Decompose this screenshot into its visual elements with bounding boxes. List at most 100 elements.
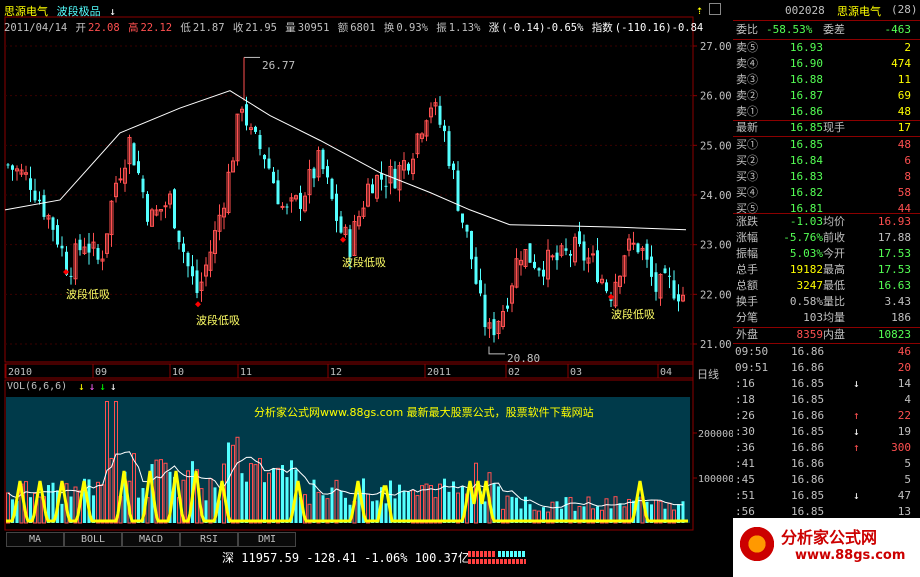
bid-row-volume: 58 <box>897 186 911 199</box>
price-panel-frame <box>4 16 694 363</box>
bid-row-volume: 8 <box>904 170 911 183</box>
inner-value: 10823 <box>877 328 911 341</box>
tick-p: 16.85 <box>791 489 825 502</box>
stat-v1: 5.03% <box>789 247 823 260</box>
stat-l2: 前收 <box>823 231 845 244</box>
period-daily-label[interactable]: 日线 <box>697 366 719 382</box>
tick-p: 16.86 <box>791 409 825 422</box>
bid-row-volume: 6 <box>904 154 911 167</box>
tick-t: 09:51 <box>735 361 769 374</box>
tick-t: :36 <box>735 441 755 454</box>
badge-number: 28 <box>897 3 911 16</box>
weibi-label: 委比 <box>736 23 758 36</box>
high-value: 22.12 <box>140 22 173 34</box>
stat-l2: 量比 <box>823 295 845 308</box>
tick-row: 09:51 16.86 20 <box>733 360 915 376</box>
tab-ma[interactable]: MA <box>6 532 64 547</box>
bid-row: 买③ 16.83 8 <box>733 169 915 185</box>
volume-axis: 200000 100000 <box>693 429 733 485</box>
period-low-label: 20.80 <box>507 352 541 365</box>
ask-row-price: 16.87 <box>789 89 823 102</box>
stat-l1: 振幅 <box>736 247 758 260</box>
time-axis-label: 2010 <box>8 367 32 378</box>
quote-panel: 002028 思源电气 (28) 委比 -58.53% 委差 -463 最新 1… <box>733 0 920 577</box>
ask-row-label: 卖③ <box>736 73 758 86</box>
tab-boll[interactable]: BOLL <box>64 532 122 547</box>
stat-v1: 0.58% <box>789 295 823 308</box>
tick-row: 09:50 16.86 46 <box>733 344 915 360</box>
price-axis: 27.00 26.00 25.00 24.00 23.00 22.00 21.00 <box>693 41 732 351</box>
stat-v1: -1.03 <box>789 215 823 228</box>
ask-row-price: 16.86 <box>789 105 823 118</box>
stat-l2: 今开 <box>823 247 845 260</box>
ask-row-label: 卖④ <box>736 57 758 70</box>
time-axis-label: 02 <box>508 367 520 378</box>
low-value: 21.87 <box>192 22 225 34</box>
status-bar: 深 11957.59 -128.41 -1.06% 100.37亿 <box>0 546 733 577</box>
tick-t: :30 <box>735 425 755 438</box>
tick-a: ↓ <box>853 377 860 390</box>
close-value: 21.95 <box>245 22 277 34</box>
vol-value: 30951 <box>297 22 330 34</box>
time-axis-label: 11 <box>240 367 252 378</box>
inner-label: 内盘 <box>823 328 845 341</box>
tick-a: ↑ <box>853 409 860 422</box>
tick-p: 16.85 <box>791 377 825 390</box>
date-label: 2011/04/14 <box>4 22 68 34</box>
scroll-up-icon[interactable]: ⇡ <box>696 3 703 17</box>
bid-row: 买② 16.84 6 <box>733 153 915 169</box>
weibi-value: -58.53% <box>766 23 813 36</box>
period-high-label: 26.77 <box>262 59 296 72</box>
vol-title: VOL(6,6,6) <box>7 381 68 392</box>
stat-l2: 最低 <box>823 279 845 292</box>
bid-row: 买④ 16.82 58 <box>733 185 915 201</box>
tick-row: :18 16.85 4 <box>733 392 915 408</box>
quote-title: 002028 思源电气 (28) <box>733 0 920 21</box>
ask-row: 卖④ 16.90 474 <box>733 56 915 72</box>
tick-row: :45 16.86 5 <box>733 472 915 488</box>
quote-badge: (28) <box>891 3 918 16</box>
stat-v2: 17.88 <box>877 231 911 244</box>
signal-label-4: 波段低吸 <box>611 308 655 321</box>
ask-row-price: 16.93 <box>789 41 823 54</box>
vol-watermark: 分析家公式网www.88gs.com 最新最大股票公式，股票软件下载网站 <box>254 406 594 419</box>
stat-v2: 17.53 <box>877 247 911 260</box>
last-label: 最新 <box>736 121 758 134</box>
tick-t: :51 <box>735 489 755 502</box>
outer-label: 外盘 <box>736 328 758 341</box>
stat-v1: 19182 <box>789 263 823 276</box>
window-restore-icon[interactable] <box>709 3 721 15</box>
tick-t: :41 <box>735 457 755 470</box>
kline-chart[interactable]: 27.00 26.00 25.00 24.00 23.00 22.00 21.00 2010… <box>0 0 733 546</box>
tick-p: 16.86 <box>791 361 825 374</box>
ask-row-price: 16.90 <box>789 57 823 70</box>
formula-name[interactable]: 波段极品 <box>57 5 101 18</box>
market-index: 深 11957.59 -128.41 -1.06% 100.37亿 <box>222 549 470 566</box>
stat-v2: 186 <box>891 311 911 324</box>
price-axis-label: 23.00 <box>700 240 732 252</box>
stat-l2: 最高 <box>823 263 845 276</box>
market-change: -128.41 <box>306 551 357 565</box>
ask-row-volume: 474 <box>891 57 911 70</box>
volume-axis-label: 100000 <box>698 474 733 485</box>
tick-v: 4 <box>904 393 911 406</box>
tick-row: :30 16.85 ↓ 19 <box>733 424 915 440</box>
vol-label: 量 <box>285 22 296 34</box>
tab-macd[interactable]: MACD <box>122 532 180 547</box>
ask-row-label: 卖② <box>736 89 758 102</box>
stat-l1: 涨幅 <box>736 231 758 244</box>
ask-row-volume: 48 <box>897 105 911 118</box>
tick-row: :51 16.85 ↓ 47 <box>733 488 915 504</box>
bid-row: 买① 16.85 48 <box>733 137 915 153</box>
stat-l2: 均价 <box>823 215 845 228</box>
tab-dmi[interactable]: DMI <box>238 532 296 547</box>
time-axis-frame <box>4 363 694 379</box>
market-label: 深 <box>222 551 235 565</box>
index-value: (-110.16)-0.84 <box>614 22 704 34</box>
amp-label: 振 <box>436 22 447 34</box>
stat-l1: 涨跌 <box>736 215 758 228</box>
ask-row-volume: 69 <box>897 89 911 102</box>
tick-p: 16.86 <box>791 457 825 470</box>
high-label: 高 <box>127 22 139 34</box>
tab-rsi[interactable]: RSI <box>180 532 238 547</box>
